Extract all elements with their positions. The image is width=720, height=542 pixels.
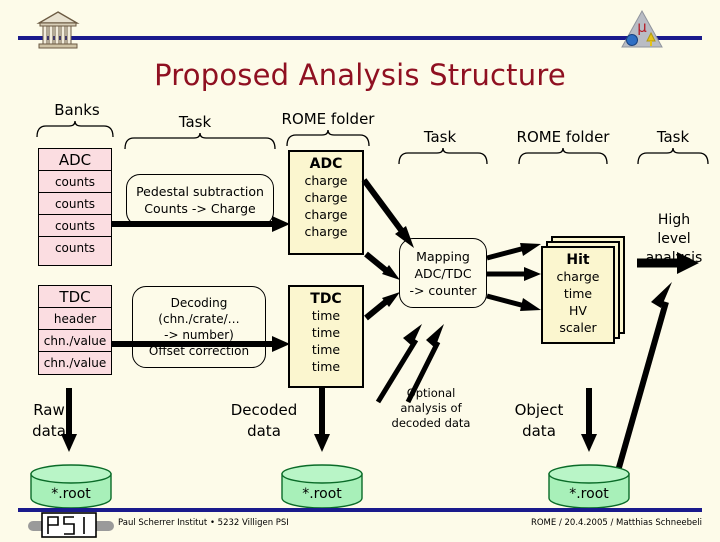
arrow-object-data-down [580,388,598,454]
folder-adc: ADC charge charge charge charge [288,150,364,255]
arrow-tdc-to-folder [112,336,290,352]
brace-rome-folder-2 [518,148,608,164]
task-pedestal-line-1: Pedestal subtraction [136,184,264,199]
task-mapping-line-1: Mapping [416,248,470,264]
folder-tdc-item: time [311,342,341,357]
svg-text:μ: μ [637,18,647,36]
arrow-mapping-to-hit-3 [486,290,543,314]
arrow-high-level-analysis [637,252,701,274]
folder-hit-item: time [563,286,593,301]
folder-hit: Hit charge time HV scaler [541,246,615,344]
header-rule [18,36,702,40]
arrow-mapping-to-hit-2 [487,266,543,282]
temple-icon [36,10,80,50]
storage-cylinder-decoded: *.root [280,464,364,509]
brace-rome-folder-1 [286,130,370,146]
storage-cylinder-object: *.root [547,464,631,509]
bank-tdc-row: chn./value [43,356,107,370]
task-high-level-line-1: High [657,212,691,228]
footer-left-text: Paul Scherrer Institut • 5232 Villigen P… [118,518,289,528]
bank-adc-row: counts [54,241,96,255]
folder-hit-item: scaler [559,320,597,335]
bank-adc-row: counts [39,215,111,237]
annotation-decoded-data: Decoded data [230,401,298,440]
folder-hit-item: HV [569,303,587,318]
folder-adc-item: charge [304,207,348,222]
task-mapping-line-2: ADC/TDC [414,265,472,281]
folder-hit-title: Hit [566,252,590,268]
bank-adc-row: counts [39,193,111,215]
brace-task-3 [637,148,709,164]
arrow-raw-data-down [60,388,78,454]
arrow-folder-adc-to-mapping-1 [361,178,418,250]
bank-tdc-title: TDC [39,286,111,308]
bank-tdc-row: chn./value [39,330,111,352]
arrow-adc-to-folder [112,216,290,232]
task-decoding: Decoding (chn./crate/… -> number) Offset… [132,286,266,368]
folder-adc-item: charge [304,190,348,205]
folder-tdc-item: time [311,359,341,374]
brace-task-1 [124,133,276,149]
folder-tdc-title: TDC [310,291,342,307]
folder-hit-item: charge [556,269,600,284]
footer-right-text: ROME / 20.4.2005 / Matthias Schneebeli [530,518,702,528]
brace-task-2 [398,148,488,164]
arrow-decoded-data-down [313,388,331,454]
triangle-mu-icon: μ [620,8,664,50]
folder-tdc-item: time [311,325,341,340]
task-high-level-line-2: level [657,231,691,247]
bank-tdc-row: header [39,308,111,330]
caption-banks: Banks [54,101,100,119]
arrow-mapping-to-hit-1 [486,240,543,264]
arrow-object-to-high-level [610,280,688,480]
task-decoding-line-1: Decoding [170,296,228,310]
annotation-object-data: Object data [514,401,564,440]
folder-adc-item: charge [304,173,348,188]
folder-tdc-item: time [311,308,341,323]
folder-tdc: TDC time time time time [288,285,364,388]
bank-tdc: TDC header chn./value chn./value [38,285,112,375]
arrow-optional-to-mapping-2 [404,318,456,404]
task-pedestal-line-2: Counts -> Charge [144,201,256,216]
page-title: Proposed Analysis Structure [154,58,566,92]
caption-rome-folder-2: ROME folder [516,128,610,146]
bank-adc: ADC counts counts counts counts [38,148,112,266]
arrow-folder-adc-to-mapping-2 [364,250,404,282]
bank-adc-row: counts [39,171,111,193]
caption-task-2: Task [423,128,457,146]
slide-canvas: μ Proposed Analysis Structure Banks Task… [0,0,720,540]
caption-task-1: Task [178,113,212,131]
bank-adc-title: ADC [39,149,111,171]
storage-cylinder-raw: *.root [29,464,113,509]
footer-rule [18,508,702,512]
task-mapping-line-3: -> counter [409,282,477,298]
psi-logo [28,512,114,538]
task-decoding-line-2: (chn./crate/… [158,312,240,326]
brace-banks [36,121,114,137]
caption-task-3: Task [656,128,690,146]
folder-adc-title: ADC [309,156,343,172]
caption-rome-folder-1: ROME folder [281,110,375,128]
folder-adc-item: charge [304,224,348,239]
